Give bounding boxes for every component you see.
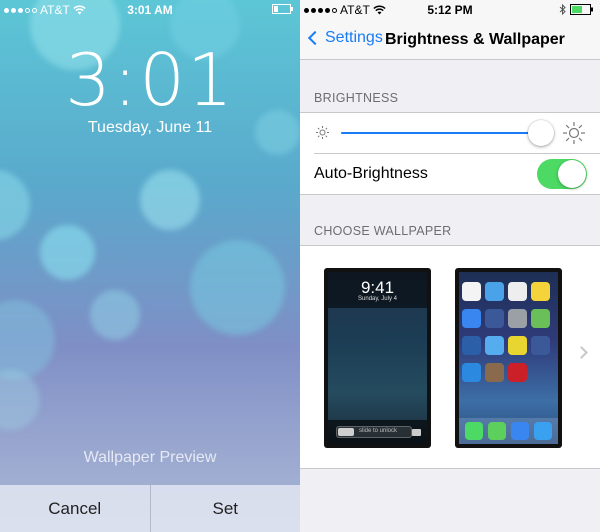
weather-app-icon [485,282,504,301]
instagram-app-icon [485,363,504,382]
brightness-slider-fill [341,132,529,134]
app-icon-grid [462,282,550,382]
bluetooth-icon [559,4,566,15]
mini-unlock-bar: slide to unlock [328,420,427,444]
wallpaper-preview-screen: AT&T 3:01 AM 3:01 Tuesday, June 11 Wallp… [0,0,300,532]
lock-date: Tuesday, June 11 [87,119,213,136]
twitter-app-icon [485,336,504,355]
preview-action-bar: Cancel Set [0,485,300,532]
brightness-section-header: BRIGHTNESS [314,91,399,105]
safari-app-icon [534,422,553,440]
set-button[interactable]: Set [151,485,301,532]
status-time: 5:12 PM [427,3,473,17]
bokeh-circle [90,290,140,340]
unlock-slider: slide to unlock [336,426,412,438]
settings-app-icon [508,309,527,328]
bokeh-circle [190,240,285,335]
status-bar: AT&T 3:01 AM [0,0,300,20]
preview-label: Wallpaper Preview [83,449,217,466]
bokeh-circle [0,170,30,240]
camera-icon [412,429,421,436]
booking-app-icon [462,336,481,355]
back-chevron-icon [307,30,323,46]
bokeh-circle [140,170,200,230]
status-time: 3:01 AM [127,3,173,17]
brightness-row [300,113,600,153]
mini-clock: 9:41 [360,278,395,297]
settings-screen: AT&T 5:12 PM Settings Brightness & Wallp… [300,0,600,532]
mini-clock-bar: 9:41 Sunday, July 4 [328,272,427,308]
battery-icon [570,4,593,15]
auto-brightness-label: Auto-Brightness [314,165,428,182]
home-screen-wallpaper-thumbnail[interactable] [455,268,562,448]
messenger-app-icon [462,363,481,382]
brightness-group: Auto-Brightness [300,112,600,195]
sun-large-icon [563,122,585,144]
maps-app-icon [531,282,550,301]
bokeh-circle [40,225,95,280]
pinterest-app-icon [508,363,527,382]
unlock-text: slide to unlock [359,428,398,434]
calendar-app-icon [462,282,481,301]
messages-app-icon [487,422,506,440]
toggle-knob [558,160,586,188]
lock-screen-mini: 9:41 Sunday, July 4 slide to unlock [328,272,427,444]
unlock-knob [338,428,354,436]
sun-small-icon [316,126,329,139]
facebook-app-icon [531,336,550,355]
auto-brightness-toggle[interactable] [537,159,587,189]
status-bar: AT&T 5:12 PM [300,0,600,20]
auto-brightness-row: Auto-Brightness [300,154,600,194]
bokeh-circle [0,370,40,430]
battery-icon [272,4,293,14]
clock-app-icon [508,282,527,301]
brightness-slider-thumb[interactable] [528,120,554,146]
app-store-icon [462,309,481,328]
home-screen-mini [459,272,558,444]
mail-app-icon [511,422,530,440]
brightness-slider-track[interactable] [341,132,541,134]
wallpaper-group[interactable]: 9:41 Sunday, July 4 slide to unlock [300,245,600,469]
mini-date: Sunday, July 4 [358,296,397,302]
facebook-app-icon [485,309,504,328]
page-title: Brightness & Wallpaper [385,31,565,48]
back-label: Settings [325,29,383,46]
bokeh-circle [0,300,55,380]
extras-app-icon [531,309,550,328]
lock-screen-wallpaper-thumbnail[interactable]: 9:41 Sunday, July 4 slide to unlock [324,268,431,448]
navigation-bar: Settings Brightness & Wallpaper [300,20,600,60]
wallpaper-section-header: CHOOSE WALLPAPER [314,224,452,238]
phone-app-icon [464,422,483,440]
cancel-button[interactable]: Cancel [0,485,150,532]
lock-clock: 3:01 [65,38,235,122]
back-button[interactable]: Settings [306,29,383,47]
home-dock [459,418,558,444]
chevron-right-icon[interactable] [575,346,588,359]
explore-app-icon [508,336,527,355]
